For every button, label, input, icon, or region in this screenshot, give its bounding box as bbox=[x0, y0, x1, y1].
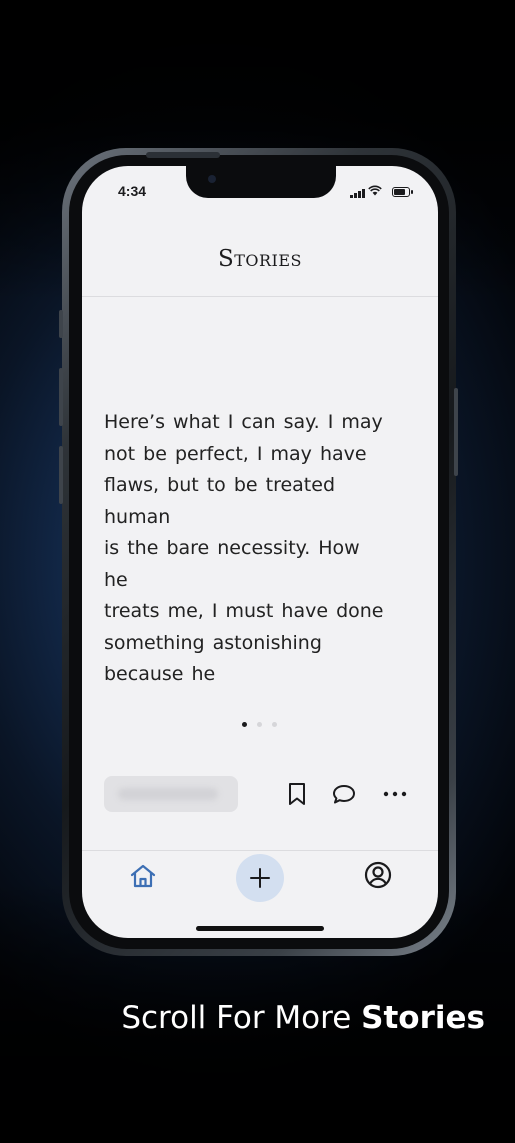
page-dot[interactable] bbox=[272, 722, 277, 727]
page-dot-active[interactable] bbox=[242, 722, 247, 727]
page-indicator[interactable] bbox=[242, 722, 278, 728]
add-story-button[interactable] bbox=[236, 854, 284, 902]
status-icons bbox=[350, 185, 414, 199]
more-options-button[interactable] bbox=[381, 780, 409, 808]
story-line: because he bbox=[104, 663, 216, 685]
profile-icon bbox=[364, 861, 392, 889]
battery-icon bbox=[392, 187, 410, 197]
page-dot[interactable] bbox=[257, 722, 262, 727]
blurred-author-name bbox=[118, 788, 218, 800]
caption-light-text: Scroll For More bbox=[121, 1000, 352, 1036]
tab-profile[interactable] bbox=[363, 860, 393, 890]
front-camera bbox=[208, 175, 216, 183]
story-line: treats me, I must have done bbox=[104, 600, 384, 622]
signal-bar bbox=[354, 193, 357, 198]
status-time: 4:34 bbox=[118, 183, 147, 199]
notch bbox=[186, 166, 336, 198]
story-line: flaws, but to be treated bbox=[104, 474, 335, 496]
tab-home[interactable] bbox=[128, 861, 158, 891]
caption-bold-text: Stories bbox=[361, 1000, 485, 1036]
promo-caption: Scroll For More Stories bbox=[0, 1000, 485, 1036]
signal-bar bbox=[358, 191, 361, 198]
bookmark-icon bbox=[289, 783, 305, 805]
volume-up-button bbox=[59, 368, 63, 426]
story-text: Here’s what I can say. I may not be perf… bbox=[104, 407, 418, 691]
more-icon bbox=[383, 791, 407, 797]
comment-icon bbox=[333, 785, 355, 804]
bookmark-button[interactable] bbox=[283, 780, 311, 808]
story-line: something astonishing bbox=[104, 631, 322, 654]
wifi-icon bbox=[368, 185, 382, 199]
earpiece-speaker bbox=[146, 152, 220, 158]
header-divider bbox=[82, 296, 438, 297]
home-indicator[interactable] bbox=[196, 926, 324, 931]
plus-icon bbox=[250, 868, 270, 888]
signal-icon bbox=[350, 195, 353, 198]
mute-switch bbox=[59, 310, 63, 338]
comment-button[interactable] bbox=[330, 780, 358, 808]
story-line: is the bare necessity. How bbox=[104, 537, 360, 559]
author-chip-blurred[interactable] bbox=[104, 776, 238, 812]
story-line: human bbox=[104, 505, 171, 528]
tab-bar-divider bbox=[82, 850, 438, 851]
story-line: he bbox=[104, 568, 128, 591]
page-title: Stories bbox=[217, 246, 303, 272]
story-line: not be perfect, I may have bbox=[104, 442, 367, 465]
home-icon bbox=[130, 864, 156, 888]
story-line: Here’s what I can say. I may bbox=[104, 411, 383, 433]
power-button bbox=[454, 388, 458, 476]
volume-down-button bbox=[59, 446, 63, 504]
phone-screen: 4:34 Stories Here’s what I can say. I ma… bbox=[82, 166, 438, 938]
battery-tip bbox=[411, 190, 413, 194]
signal-bar bbox=[362, 189, 365, 198]
